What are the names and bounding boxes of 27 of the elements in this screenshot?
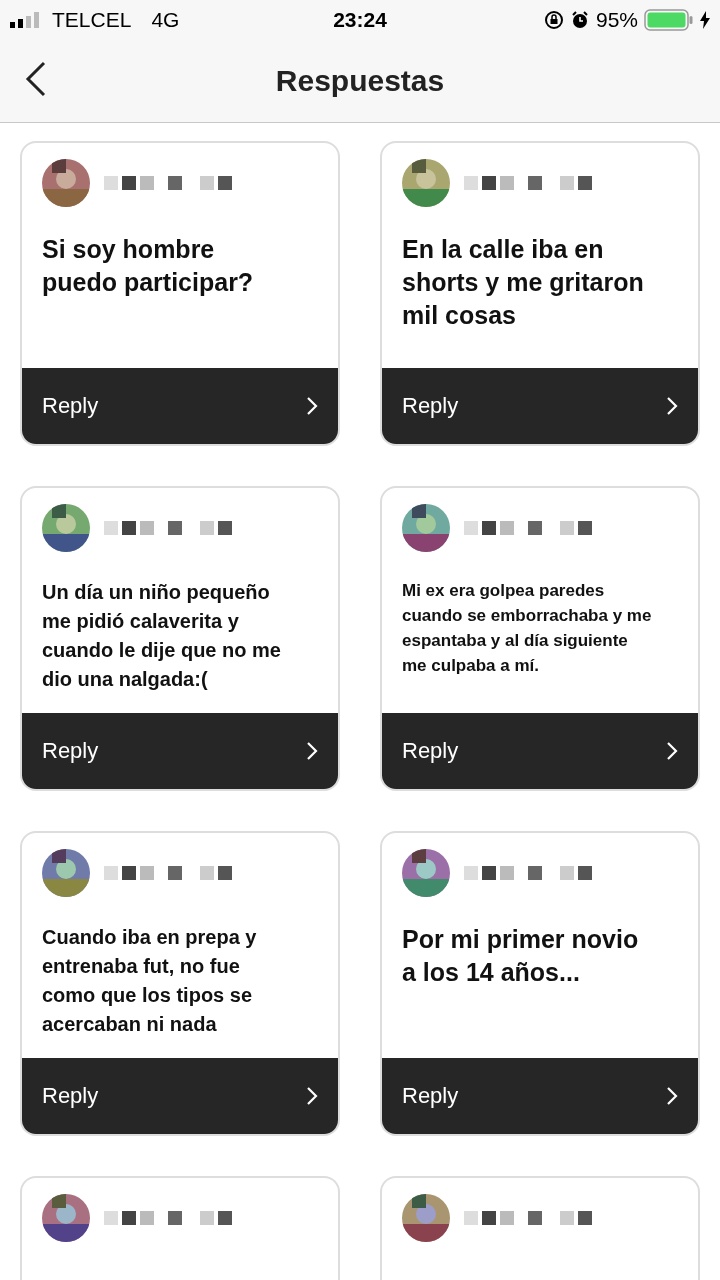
question-text: En la calle iba en shorts y me gritaron mil cosas xyxy=(402,234,645,331)
chevron-right-icon xyxy=(306,1086,318,1106)
chevron-right-icon xyxy=(666,1086,678,1106)
reply-button[interactable]: Reply xyxy=(382,713,698,789)
reply-button[interactable]: Reply xyxy=(22,713,338,789)
rotation-lock-icon xyxy=(543,10,564,30)
battery-icon xyxy=(644,9,694,31)
reply-button[interactable]: Reply xyxy=(22,368,338,444)
chevron-right-icon xyxy=(306,396,318,416)
carrier-name: TELCEL xyxy=(52,8,132,32)
charging-icon xyxy=(700,11,710,29)
chevron-right-icon xyxy=(306,741,318,761)
question-text: Mi ex era golpea paredes cuando se emborrachaba y me espantaba y al día siguiente me culpaba a mí. xyxy=(402,580,652,677)
chevron-right-icon xyxy=(666,741,678,761)
reply-button[interactable]: Reply xyxy=(22,1058,338,1134)
reply-button[interactable]: Reply xyxy=(382,1058,698,1134)
question-text: Por mi primer novio a los 14 años... xyxy=(402,924,640,988)
clock-time: 23:24 xyxy=(333,8,387,32)
question-text: Si soy hombre puedo participar? xyxy=(42,234,255,298)
battery-percent: 95% xyxy=(595,8,638,32)
question-text: Cuando iba en prepa y entrenaba fut, no fue como que los tipos se acercaban ni nada xyxy=(42,925,258,1037)
network-type: 4G xyxy=(151,8,180,32)
back-button[interactable] xyxy=(24,60,48,98)
page-title: Respuestas xyxy=(275,64,445,98)
question-text: Un día un niño pequeño me pidió calaverita y cuando le dije que no me dio una nalgada:( xyxy=(42,580,282,692)
reply-button[interactable]: Reply xyxy=(382,368,698,444)
chevron-right-icon xyxy=(666,396,678,416)
